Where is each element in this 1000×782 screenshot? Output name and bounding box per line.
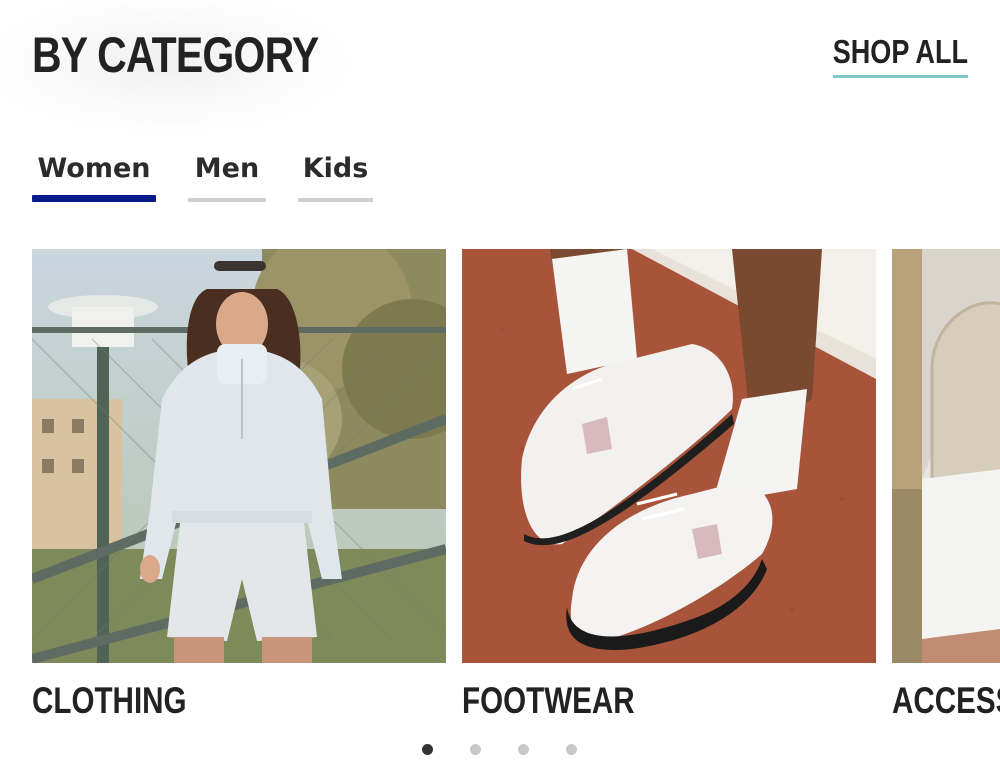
shop-all-underline: [833, 75, 968, 78]
pagination-dot-4[interactable]: [566, 744, 577, 755]
pagination-dot-1[interactable]: [422, 744, 433, 755]
tab-kids[interactable]: Kids: [298, 148, 373, 202]
category-card-clothing[interactable]: CLOTHING: [32, 249, 446, 721]
pagination-dot-3[interactable]: [518, 744, 529, 755]
category-card-footwear[interactable]: FOOTWEAR: [462, 249, 876, 721]
category-card-accessories[interactable]: ACCESSO: [892, 249, 1000, 721]
pagination-dot-2[interactable]: [470, 744, 481, 755]
tab-women[interactable]: Women: [32, 148, 156, 202]
tab-indicator: [188, 198, 266, 202]
category-label[interactable]: ACCESSO: [892, 679, 1000, 723]
tab-indicator: [32, 195, 156, 202]
tab-indicator: [298, 198, 373, 202]
category-label[interactable]: CLOTHING: [32, 679, 187, 723]
tab-men[interactable]: Men: [188, 148, 266, 202]
category-label[interactable]: FOOTWEAR: [462, 679, 635, 723]
section-heading: BY CATEGORY: [32, 27, 319, 83]
footwear-image[interactable]: [462, 249, 876, 663]
tab-label: Women: [37, 153, 151, 184]
tab-label: Kids: [302, 153, 369, 184]
accessories-image[interactable]: [892, 249, 1000, 663]
clothing-image[interactable]: [32, 249, 446, 663]
shop-all-link[interactable]: SHOP ALL: [833, 30, 968, 74]
category-carousel: CLOTHING FOOTWEAR ACCES: [32, 249, 1000, 729]
tab-label: Men: [194, 153, 260, 184]
